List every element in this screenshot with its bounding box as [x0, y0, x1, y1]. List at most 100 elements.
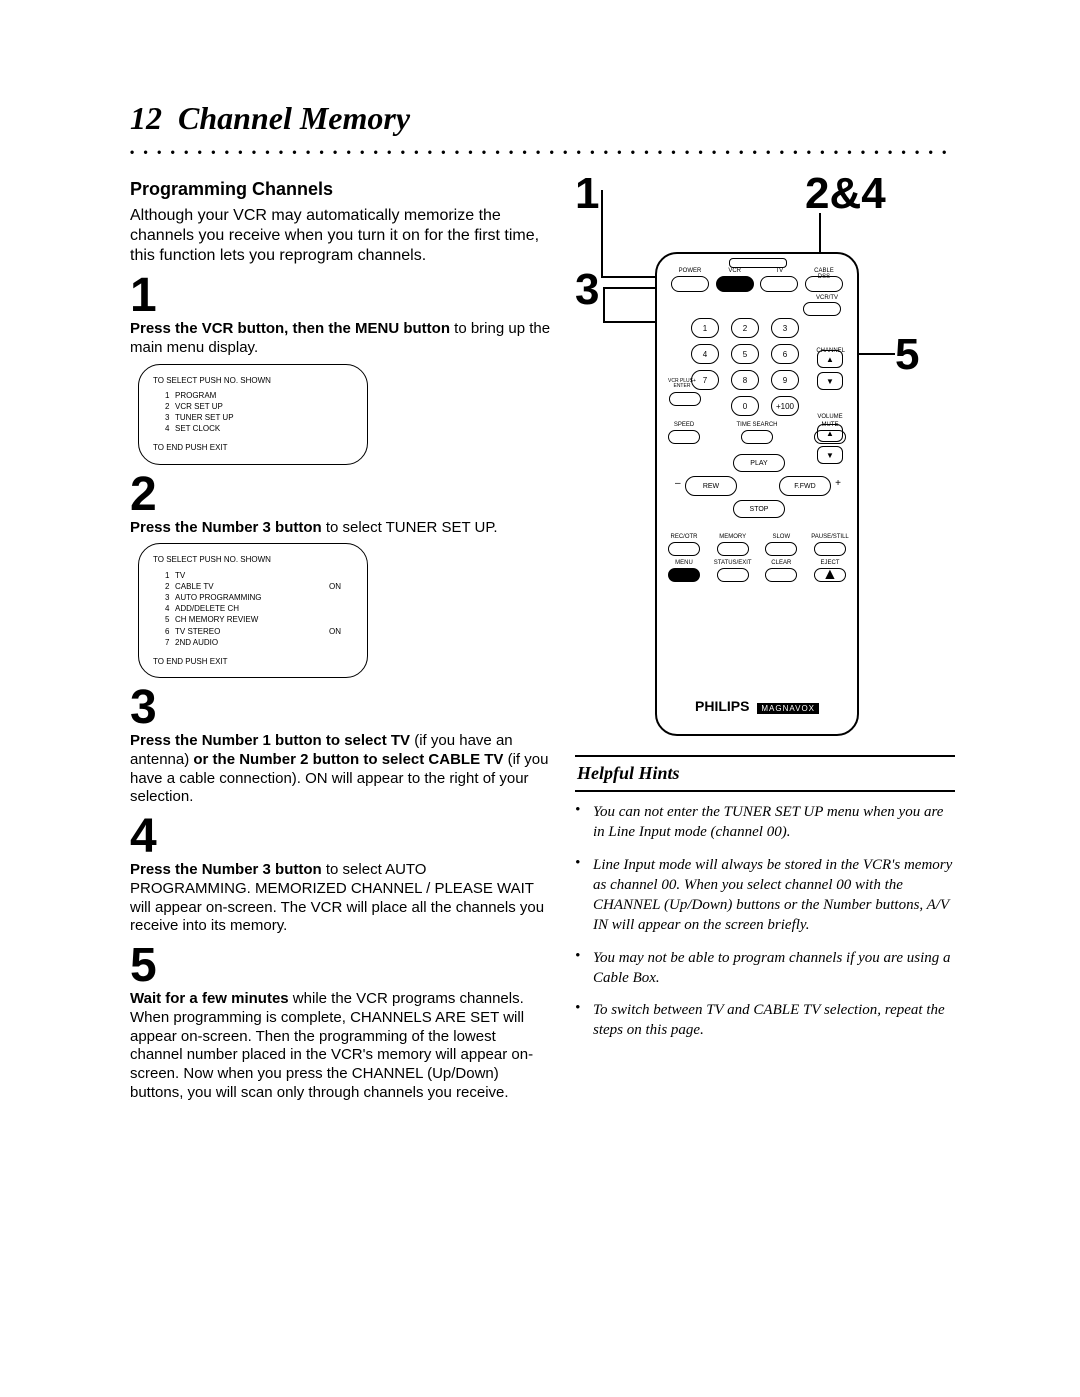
row-5: MENU STATUS/EXIT CLEAR EJECT▲ [667, 560, 847, 582]
option-label: AUTO PROGRAMMING [175, 592, 329, 603]
vcr-tv-button[interactable]: VCR/TV [803, 302, 841, 316]
page-number: 12 [130, 100, 162, 137]
menu-option: 3AUTO PROGRAMMING [165, 592, 353, 603]
number-9-button[interactable]: 9 [771, 370, 799, 390]
number-4-button[interactable]: 4 [691, 344, 719, 364]
header-divider: • • • • • • • • • • • • • • • • • • • • … [130, 145, 955, 159]
hint-text: Line Input mode will always be stored in… [593, 855, 955, 936]
page-header: 12 Channel Memory [130, 100, 955, 137]
section-subheading: Programming Channels [130, 179, 551, 200]
left-column: Programming Channels Although your VCR m… [130, 175, 551, 1107]
number-keypad: 1234567890+100 [691, 318, 799, 416]
vcr-plus-enter-button[interactable]: VCR PLUS+ ENTER [669, 392, 701, 406]
option-state [329, 423, 353, 434]
option-state [329, 570, 353, 581]
channel-rocker: CHANNEL ▲ ▼ [817, 350, 843, 390]
step-number: 3 [130, 684, 551, 732]
number-1-button[interactable]: 1 [691, 318, 719, 338]
label: STATUS/EXIT [714, 560, 752, 566]
option-label: PROGRAM [175, 390, 329, 401]
step-number: 5 [130, 942, 551, 990]
clear-button[interactable] [765, 568, 797, 582]
menu-option: 4SET CLOCK [165, 423, 353, 434]
row-4: REC/OTR MEMORY SLOW PAUSE/STILL [667, 534, 847, 556]
tuner-setup-display: TO SELECT PUSH NO. SHOWN 1TV2CABLE TVON3… [138, 543, 368, 678]
option-number: 2 [165, 581, 175, 592]
pause-still-button[interactable] [814, 542, 846, 556]
step-number: 2 [130, 471, 551, 519]
number-3-button[interactable]: 3 [771, 318, 799, 338]
option-label: CABLE TV [175, 581, 329, 592]
step-body: Press the Number 1 button to select TV (… [130, 732, 551, 807]
hints-list: •You can not enter the TUNER SET UP menu… [575, 802, 955, 1041]
cable-dss-button[interactable]: CABLE DSS [805, 276, 843, 292]
memory-button[interactable] [717, 542, 749, 556]
step-body: Press the VCR button, then the MENU butt… [130, 320, 551, 358]
bullet-icon: • [575, 948, 593, 989]
time-search-button[interactable] [741, 430, 773, 444]
number-+100-button[interactable]: +100 [771, 396, 799, 416]
callout-1: 1 [575, 169, 599, 219]
menu-option: 4ADD/DELETE CH [165, 603, 353, 614]
number-8-button[interactable]: 8 [731, 370, 759, 390]
label: CLEAR [771, 560, 791, 566]
label: REC/OTR [671, 534, 698, 540]
stop-button[interactable]: STOP [733, 500, 785, 518]
option-state [329, 390, 353, 401]
slow-button[interactable] [765, 542, 797, 556]
option-number: 1 [165, 570, 175, 581]
helpful-hints: Helpful Hints •You can not enter the TUN… [575, 755, 955, 1041]
tv-mode-button[interactable]: TV [760, 276, 798, 292]
rec-otr-button[interactable] [668, 542, 700, 556]
number-2-button[interactable]: 2 [731, 318, 759, 338]
hint-text: To switch between TV and CABLE TV select… [593, 1000, 955, 1041]
volume-up-button[interactable]: ▲ [817, 424, 843, 442]
option-label: TUNER SET UP [175, 412, 329, 423]
hint-text: You may not be able to program channels … [593, 948, 955, 989]
option-number: 4 [165, 603, 175, 614]
play-button[interactable]: PLAY [733, 454, 785, 472]
option-state [329, 603, 353, 614]
rewind-button[interactable]: REW [685, 476, 737, 496]
option-state [329, 637, 353, 648]
number-6-button[interactable]: 6 [771, 344, 799, 364]
option-number: 3 [165, 412, 175, 423]
number-5-button[interactable]: 5 [731, 344, 759, 364]
label: CHANNEL [816, 348, 845, 354]
intro-paragraph: Although your VCR may automatically memo… [130, 206, 551, 266]
menu-button[interactable] [668, 568, 700, 582]
option-label: ADD/DELETE CH [175, 603, 329, 614]
menu-footer: TO END PUSH EXIT [153, 656, 353, 667]
bullet-icon: • [575, 855, 593, 936]
option-label: SET CLOCK [175, 423, 329, 434]
option-label: 2ND AUDIO [175, 637, 329, 648]
option-number: 6 [165, 626, 175, 637]
channel-down-button[interactable]: ▼ [817, 372, 843, 390]
step-number: 1 [130, 272, 551, 320]
transport-cluster: PLAY – REW F.FWD + STOP [685, 454, 831, 522]
option-state [329, 412, 353, 423]
vcr-mode-button[interactable]: VCR [716, 276, 754, 292]
menu-footer: TO END PUSH EXIT [153, 442, 353, 453]
plus-label: + [835, 478, 841, 489]
eject-icon: ▲ [822, 566, 838, 584]
line [601, 190, 603, 278]
status-exit-button[interactable] [717, 568, 749, 582]
number-0-button[interactable]: 0 [731, 396, 759, 416]
ffwd-button[interactable]: F.FWD [779, 476, 831, 496]
eject-button[interactable]: ▲ [814, 568, 846, 582]
option-label: CH MEMORY REVIEW [175, 614, 329, 625]
speed-button[interactable] [668, 430, 700, 444]
power-button[interactable]: POWER [671, 276, 709, 292]
menu-header: TO SELECT PUSH NO. SHOWN [153, 554, 353, 565]
brand-magnavox: MAGNAVOX [757, 703, 819, 714]
label: SPEED [674, 422, 694, 428]
label: PAUSE/STILL [811, 534, 849, 540]
hint-item: •Line Input mode will always be stored i… [575, 855, 955, 936]
brand-philips: PHILIPS [695, 698, 749, 714]
right-column: 1 2&4 3 5 POWER VCR [575, 175, 955, 1107]
line [857, 353, 895, 355]
hint-item: •You can not enter the TUNER SET UP menu… [575, 802, 955, 843]
helpful-hints-title: Helpful Hints [575, 755, 955, 792]
menu-option: 2CABLE TVON [165, 581, 353, 592]
